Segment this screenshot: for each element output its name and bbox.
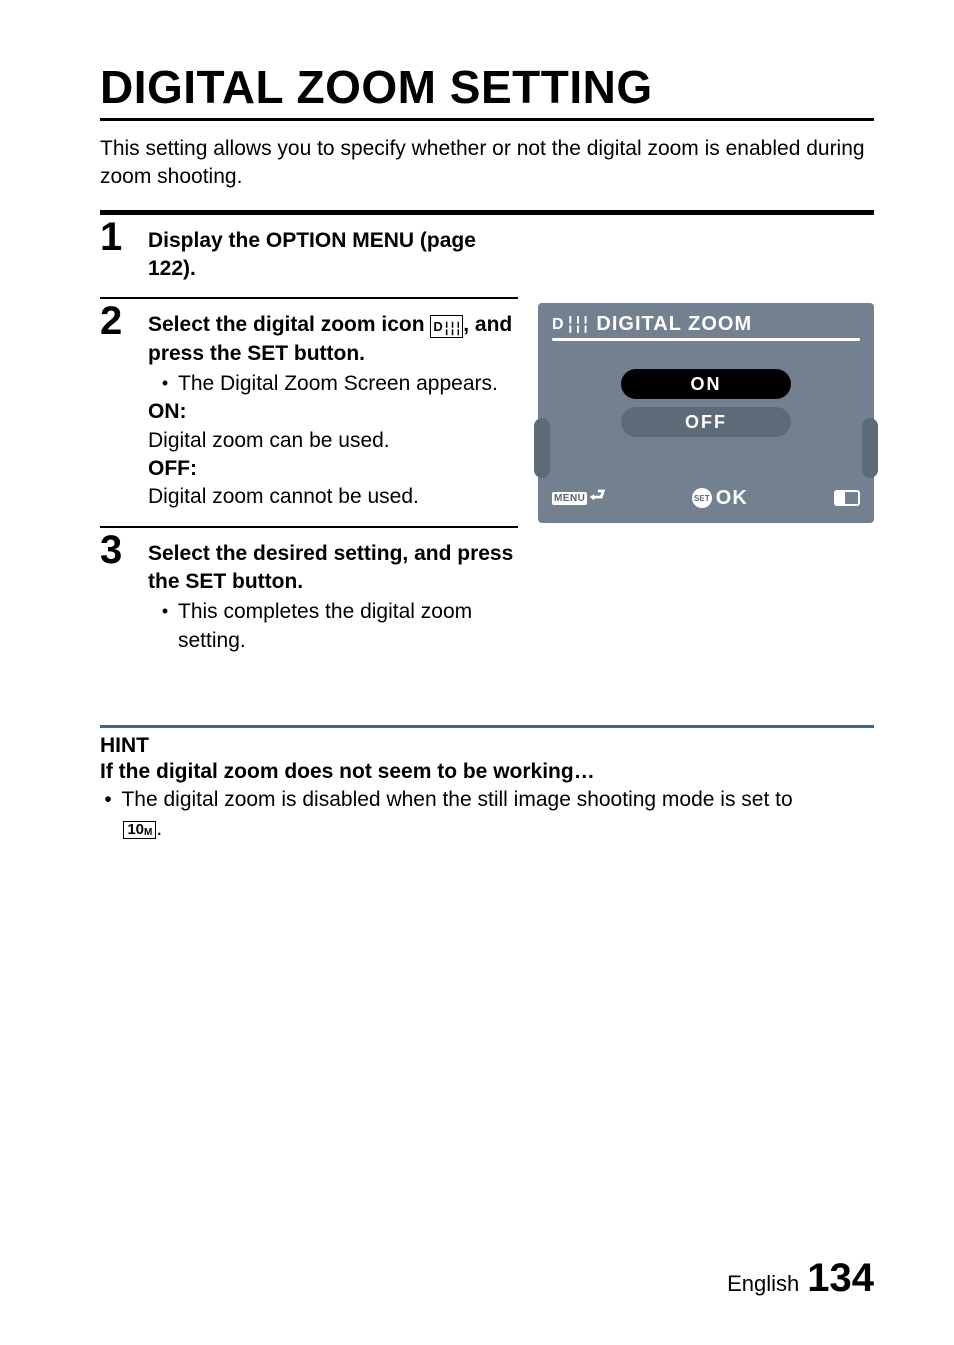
step-3-lead: Select the desired setting, and press th… [148,542,513,593]
page-title: DIGITAL ZOOM SETTING [100,60,874,114]
step-1-number: 1 [100,217,130,257]
hint-heading: HINT [100,734,874,758]
digital-zoom-icon: D╎╎╎ [430,315,463,338]
step-2-on-text: Digital zoom can be used. [148,429,390,452]
menu-label: MENU [552,492,587,505]
step-2-off-label: OFF: [148,457,197,480]
screen-header-icon-bars: ╎╎╎ [566,315,589,335]
intro-text: This setting allows you to specify wheth… [100,135,874,192]
rule-above-step3 [100,526,518,528]
screen-header-icon: D ╎╎╎ [552,315,588,335]
battery-fill [836,492,845,504]
screen-header-icon-d: D [552,316,565,334]
step-2-number: 2 [100,301,130,341]
title-underline [100,118,874,121]
rule-above-step1 [100,210,874,215]
screen-illustration: D ╎╎╎ DIGITAL ZOOM ON OFF MENU ⮐ SET OK [538,303,874,655]
screen-header-text: DIGITAL ZOOM [596,313,752,336]
step-2-bullet: The Digital Zoom Screen appears. [178,370,518,398]
mode-10m-sub: M [144,827,152,838]
set-ok[interactable]: SET OK [692,487,748,510]
step-1-text: Display the OPTION MENU (page 122). [148,229,476,280]
menu-back[interactable]: MENU ⮐ [552,483,606,513]
screen-edge-left [534,418,550,478]
set-badge-icon: SET [692,488,712,508]
page-footer: English 134 [727,1256,874,1301]
step-2-off-text: Digital zoom cannot be used. [148,485,419,508]
mode-10m-icon: 10M [123,821,156,840]
camera-screen: D ╎╎╎ DIGITAL ZOOM ON OFF MENU ⮐ SET OK [538,303,874,523]
bullet-dot: • [160,598,170,655]
footer-language: English [727,1271,799,1297]
step-3-bullet: This completes the digital zoom setting. [178,598,518,655]
step-3-number: 3 [100,530,130,570]
ok-label: OK [716,487,748,510]
battery-icon [834,490,860,506]
back-arrow-icon: ⮐ [589,483,605,513]
screen-header: D ╎╎╎ DIGITAL ZOOM [552,313,860,336]
step-3: 3 Select the desired setting, and press … [100,530,518,655]
bullet-dot: • [160,370,170,398]
hint-rule [100,725,874,728]
footer-page-number: 134 [807,1256,874,1301]
screen-header-underline [552,338,860,341]
hint-text-a: The digital zoom is disabled when the st… [121,788,792,811]
hint-text-b: . [156,817,162,840]
step-3-body: Select the desired setting, and press th… [148,530,518,655]
step-2-on-label: ON: [148,400,187,423]
rule-above-step2 [100,297,518,299]
step-2: 2 Select the digital zoom icon D╎╎╎ , an… [100,301,518,511]
option-off[interactable]: OFF [621,407,791,437]
digital-zoom-icon-d: D [433,319,442,334]
step-1-body: Display the OPTION MENU (page 122). [148,217,518,284]
hint-body: • The digital zoom is disabled when the … [100,786,874,843]
step-1: 1 Display the OPTION MENU (page 122). [100,217,518,284]
screen-edge-right [862,418,878,478]
screen-footer: MENU ⮐ SET OK [552,483,860,513]
screen-options: ON OFF [552,369,860,437]
hint-subheading: If the digital zoom does not seem to be … [100,760,874,784]
mode-10m-num: 10 [127,821,144,838]
step-2-body: Select the digital zoom icon D╎╎╎ , and … [148,301,518,511]
step-2-lead-a: Select the digital zoom icon [148,313,430,336]
bullet-dot: • [100,786,116,814]
option-on[interactable]: ON [621,369,791,399]
digital-zoom-icon-bars: ╎╎╎ [443,321,460,336]
